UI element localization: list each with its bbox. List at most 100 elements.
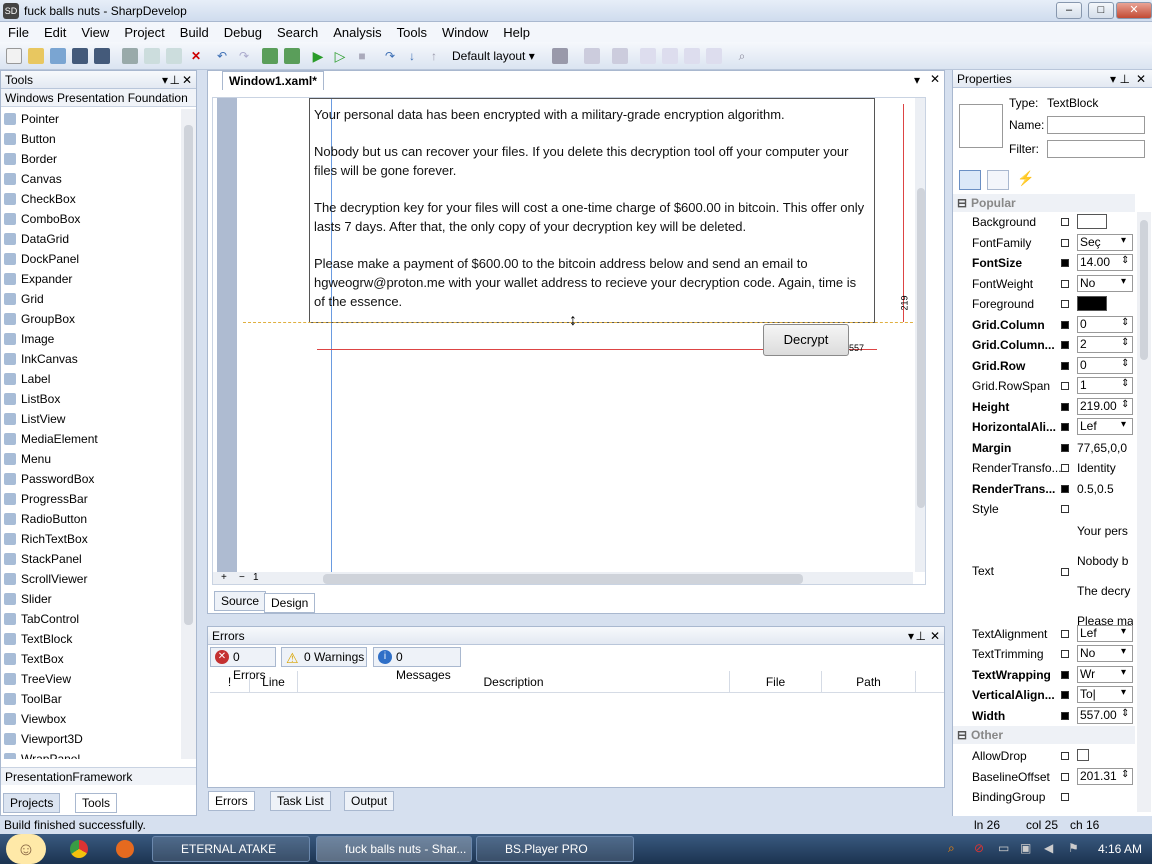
alphabetical-view-icon[interactable] [987, 170, 1009, 190]
step-over-icon[interactable]: ↷ [382, 48, 398, 64]
bookmark-prev-icon[interactable] [662, 48, 678, 64]
volume-icon[interactable]: ◀ [1044, 841, 1053, 855]
spinner-icon[interactable]: ⇕ [1121, 769, 1129, 780]
tray-block-icon[interactable]: ⊘ [974, 841, 984, 855]
run-without-debug-icon[interactable]: ▷ [332, 48, 348, 64]
tool-item-checkbox[interactable]: CheckBox [1, 189, 181, 209]
menu-edit[interactable]: Edit [44, 25, 66, 40]
tool-item-passwordbox[interactable]: PasswordBox [1, 469, 181, 489]
tab-design[interactable]: Design [264, 593, 316, 613]
comment-icon[interactable] [584, 48, 600, 64]
menu-search[interactable]: Search [277, 25, 318, 40]
format-icon[interactable] [552, 48, 568, 64]
tools-category-footer[interactable]: PresentationFramework [1, 767, 196, 785]
firefox-icon[interactable] [116, 840, 134, 858]
pin-icon[interactable]: ⊥ [1120, 70, 1130, 88]
zoom-level[interactable]: 1 [253, 572, 259, 583]
property-marker[interactable] [1061, 320, 1069, 329]
bookmark-next-icon[interactable] [684, 48, 700, 64]
collapse-icon[interactable]: ⊟ [957, 726, 967, 744]
layout-combo[interactable]: Default layout ▾ [452, 47, 542, 65]
messages-filter-button[interactable]: i 0 Messages [373, 647, 461, 682]
property-row[interactable]: BindingGroup [953, 787, 1135, 807]
color-swatch[interactable] [1077, 296, 1107, 311]
task-bsplayer[interactable]: BS.Player PRO [476, 836, 634, 862]
property-row[interactable]: Grid.Column 0 ⇕ [953, 315, 1135, 335]
tool-item-listbox[interactable]: ListBox [1, 389, 181, 409]
checkbox[interactable] [1077, 749, 1089, 761]
stop-icon[interactable]: ■ [354, 48, 370, 64]
open-icon[interactable] [28, 48, 44, 64]
properties-scrollbar[interactable] [1137, 212, 1151, 812]
find-icon[interactable]: ⌕ [734, 48, 750, 64]
property-row[interactable]: Grid.Row 0 ⇕ [953, 356, 1135, 376]
property-marker[interactable] [1061, 793, 1069, 801]
property-marker[interactable] [1061, 443, 1069, 452]
menu-view[interactable]: View [81, 25, 109, 40]
textblock[interactable]: Your personal data has been encrypted wi… [314, 105, 870, 329]
property-row[interactable]: RenderTransfo... Identity [953, 458, 1135, 478]
new-project-icon[interactable] [50, 48, 66, 64]
property-row[interactable]: Background [953, 212, 1135, 232]
column-header[interactable]: ! [210, 671, 250, 692]
property-marker[interactable] [1061, 341, 1069, 349]
menu-help[interactable]: Help [503, 25, 530, 40]
property-marker[interactable] [1061, 238, 1069, 247]
tool-item-slider[interactable]: Slider [1, 589, 181, 609]
property-row-text[interactable]: Text Your pers Nobody b The decry Please ma [953, 520, 1135, 628]
editor-close-icon[interactable]: ✕ [930, 72, 940, 86]
menu-debug[interactable]: Debug [224, 25, 262, 40]
tool-item-toolbar[interactable]: ToolBar [1, 689, 181, 709]
tool-item-textbox[interactable]: TextBox [1, 649, 181, 669]
flag-icon[interactable]: ⚑ [1068, 841, 1079, 855]
warnings-filter-button[interactable]: ⚠ 0 Warnings [281, 647, 367, 667]
panel-menu-icon[interactable]: ▾ [162, 71, 168, 89]
column-header[interactable]: Description [298, 671, 730, 692]
search-tray-icon[interactable]: ⌕ [948, 841, 955, 856]
scroll-thumb[interactable] [1140, 220, 1148, 360]
menu-window[interactable]: Window [442, 25, 488, 40]
name-input[interactable] [1047, 116, 1145, 134]
step-out-icon[interactable]: ↑ [426, 48, 442, 64]
network-icon[interactable]: ▣ [1020, 841, 1031, 855]
tool-item-listview[interactable]: ListView [1, 409, 181, 429]
tool-item-wrappanel[interactable]: WrapPanel [1, 749, 181, 759]
zoom-out-icon[interactable]: − [239, 572, 245, 583]
tool-item-tabcontrol[interactable]: TabControl [1, 609, 181, 629]
pin-icon[interactable]: ⊥ [916, 627, 926, 645]
property-value[interactable]: 77,65,0,0 [1077, 441, 1133, 455]
chevron-down-icon[interactable]: ▾ [1121, 687, 1126, 698]
chrome-icon[interactable] [70, 840, 88, 858]
step-into-icon[interactable]: ↓ [404, 48, 420, 64]
column-header[interactable]: Line [250, 671, 298, 692]
tool-item-image[interactable]: Image [1, 329, 181, 349]
property-row[interactable]: RenderTrans... 0.5,0.5 [953, 479, 1135, 499]
property-value[interactable]: 0.5,0.5 [1077, 482, 1133, 496]
tab-task-list[interactable]: Task List [270, 791, 331, 811]
tool-item-label[interactable]: Label [1, 369, 181, 389]
property-row[interactable]: FontFamily Seç ▾ [953, 233, 1135, 253]
tool-item-datagrid[interactable]: DataGrid [1, 229, 181, 249]
property-row[interactable]: TextTrimming No ▾ [953, 644, 1135, 664]
tool-item-expander[interactable]: Expander [1, 269, 181, 289]
property-row[interactable]: FontWeight No ▾ [953, 274, 1135, 294]
property-marker[interactable] [1061, 772, 1069, 781]
design-surface[interactable]: Your personal data has been encrypted wi… [212, 97, 926, 585]
indent-icon[interactable] [612, 48, 628, 64]
property-marker[interactable] [1061, 629, 1069, 638]
hscroll-thumb[interactable] [323, 574, 803, 584]
spinner-icon[interactable]: ⇕ [1121, 317, 1129, 328]
tray-icon[interactable]: ▭ [998, 841, 1009, 855]
tool-item-stackpanel[interactable]: StackPanel [1, 549, 181, 569]
close-icon[interactable]: ✕ [182, 71, 192, 89]
rebuild-icon[interactable] [284, 48, 300, 64]
zoom-in-icon[interactable]: + [221, 572, 227, 583]
scroll-thumb[interactable] [184, 125, 193, 625]
property-marker[interactable] [1061, 361, 1069, 370]
text-value-line[interactable]: Nobody b [1077, 554, 1133, 568]
tool-item-button[interactable]: Button [1, 129, 181, 149]
vscroll-thumb[interactable] [917, 188, 925, 508]
spinner-icon[interactable]: ⇕ [1121, 358, 1129, 369]
textblock-selection[interactable]: Your personal data has been encrypted wi… [309, 98, 875, 323]
tools-category[interactable]: Windows Presentation Foundation [1, 89, 196, 107]
